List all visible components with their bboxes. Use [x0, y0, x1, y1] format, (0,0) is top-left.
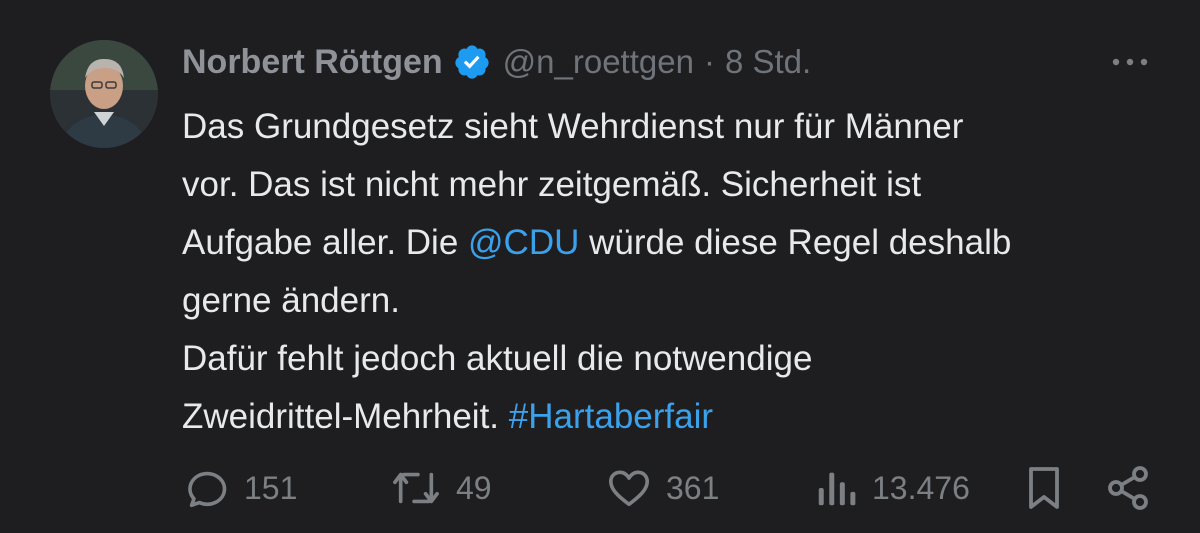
- retweet-button[interactable]: 49: [390, 460, 492, 516]
- separator-dot: ·: [703, 43, 715, 80]
- tweet-line: gerne ändern.: [182, 281, 400, 320]
- reply-button[interactable]: 151: [184, 460, 297, 516]
- tweet-text-fragment: Zweidrittel-Mehrheit.: [182, 397, 509, 436]
- reply-count: 151: [244, 469, 298, 506]
- tweet-text: Das Grundgesetz sieht Wehrdienst nur für…: [182, 98, 1172, 446]
- more-icon[interactable]: [1108, 42, 1152, 82]
- bookmark-button[interactable]: [1024, 460, 1064, 516]
- retweet-icon: [390, 465, 442, 511]
- views-count: 13.476: [872, 469, 970, 506]
- tweet-line: Aufgabe aller. Die @CDU würde diese Rege…: [182, 214, 1172, 272]
- verified-badge-icon: [453, 43, 491, 81]
- author-handle[interactable]: @n_roettgen: [503, 43, 694, 81]
- tweet-line: Das Grundgesetz sieht Wehrdienst nur für…: [182, 107, 964, 146]
- avatar[interactable]: [50, 40, 158, 148]
- reply-icon: [184, 465, 230, 511]
- tweet-line: Zweidrittel-Mehrheit. #Hartaberfair: [182, 388, 1172, 446]
- tweet-line: vor. Das ist nicht mehr zeitgemäß. Siche…: [182, 165, 922, 204]
- tweet-card: Norbert Röttgen @n_roettgen · 8 Std. Das…: [0, 0, 1200, 533]
- like-button[interactable]: 361: [606, 460, 719, 516]
- tweet-line: Dafür fehlt jedoch aktuell die notwendig…: [182, 339, 813, 378]
- like-count: 361: [666, 469, 720, 506]
- tweet-header: Norbert Röttgen @n_roettgen · 8 Std.: [182, 38, 1160, 86]
- action-bar: 151 49 361 13.476: [0, 460, 1200, 516]
- retweet-count: 49: [456, 469, 492, 506]
- tweet-text-fragment: würde diese Regel deshalb: [579, 223, 1012, 262]
- share-button[interactable]: [1104, 460, 1152, 516]
- heart-icon: [606, 465, 652, 511]
- bookmark-icon: [1024, 464, 1064, 512]
- views-icon: [814, 465, 858, 511]
- hashtag-link[interactable]: #Hartaberfair: [509, 397, 713, 436]
- share-icon: [1104, 464, 1152, 512]
- tweet-text-fragment: Aufgabe aller. Die: [182, 223, 469, 262]
- views-button[interactable]: 13.476: [814, 460, 970, 516]
- author-name[interactable]: Norbert Röttgen: [182, 43, 443, 82]
- timestamp[interactable]: 8 Std.: [725, 43, 811, 81]
- mention-link[interactable]: @CDU: [468, 223, 579, 262]
